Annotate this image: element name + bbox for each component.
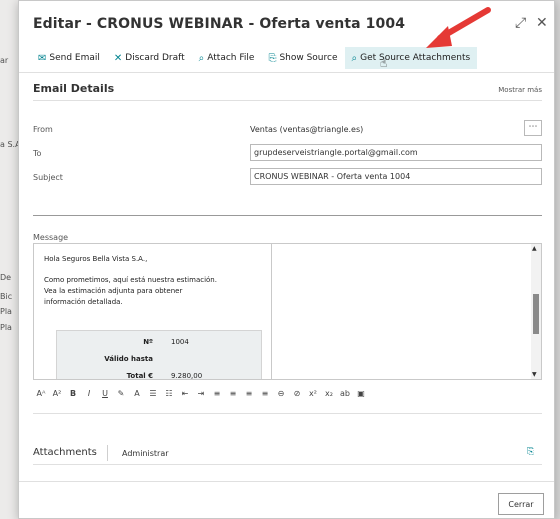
align-right-icon[interactable]: ≡	[241, 389, 257, 398]
expand-icon[interactable]: ⤢	[515, 15, 526, 31]
close-icon[interactable]: ✕	[536, 15, 548, 31]
estimate-table: Nº 1004 Válido hasta Total € 9.280,00	[56, 330, 262, 380]
discard-icon: ✕	[113, 52, 123, 64]
to-field[interactable]: grupdeserveistriangle.portal@gmail.com	[250, 144, 542, 161]
attachment-action-icon[interactable]: ⎘	[527, 447, 534, 457]
attachments-separator	[107, 445, 108, 461]
strikethrough-icon[interactable]: x₂	[321, 389, 337, 398]
paperclip-icon: ⌕	[351, 52, 358, 64]
subscript-icon[interactable]: x²	[305, 389, 321, 398]
red-arrow-annotation	[426, 7, 491, 48]
send-email-label: Send Email	[49, 53, 100, 63]
get-source-attachments-button[interactable]: ⌕ Get Source Attachments	[344, 47, 478, 69]
show-source-label: Show Source	[279, 53, 338, 63]
superscript-icon[interactable]: ⊘	[289, 389, 305, 398]
message-label: Message	[33, 233, 69, 242]
scroll-up-icon[interactable]: ▲	[532, 245, 537, 252]
unlink-icon[interactable]: ⊖	[273, 389, 289, 398]
attach-file-label: Attach File	[207, 53, 255, 63]
link-icon[interactable]: ≡	[257, 389, 273, 398]
subject-label: Subject	[33, 173, 63, 182]
from-value: Ventas (ventas@triangle.es)	[250, 125, 364, 134]
message-greeting: Hola Seguros Bella Vista S.A.,	[44, 255, 148, 263]
show-more-link[interactable]: Mostrar más	[498, 86, 542, 94]
get-source-attachments-label: Get Source Attachments	[360, 53, 471, 63]
indent-increase-icon[interactable]: ⇥	[193, 389, 209, 398]
from-lookup-button[interactable]: ⋯	[524, 120, 542, 136]
message-line: información detallada.	[44, 298, 123, 306]
numbering-icon[interactable]: ☷	[161, 389, 177, 398]
send-email-icon: ✉	[38, 52, 47, 64]
superscript-size-icon[interactable]: A²	[49, 389, 65, 398]
table-value: 9.280,00	[171, 372, 203, 380]
table-key: Nº	[143, 338, 153, 346]
format-toolbar: Aᴬ A² B I U ✎ A ☰ ☷ ⇤ ⇥ ≡ ≡ ≡ ≡ ⊖ ⊘ x² x₂ ab ▣	[33, 384, 369, 402]
arrow-head	[426, 26, 452, 48]
paperclip-icon: ⌕	[198, 52, 205, 64]
table-key: Total €	[126, 372, 153, 380]
toolbar-divider	[19, 72, 554, 73]
scroll-down-icon[interactable]: ▼	[532, 371, 537, 378]
editor-scrollbar[interactable]: ▲ ▼	[531, 244, 541, 379]
from-label: From	[33, 125, 53, 134]
message-line: Como prometimos, aquí está nuestra estim…	[44, 276, 217, 284]
underline-icon[interactable]: U	[97, 389, 113, 398]
manage-attachments-link[interactable]: Administrar	[122, 449, 169, 458]
message-editor[interactable]: Hola Seguros Bella Vista S.A., Como prom…	[33, 243, 542, 380]
image-icon[interactable]: ab	[337, 389, 353, 398]
indent-decrease-icon[interactable]: ⇤	[177, 389, 193, 398]
bold-icon[interactable]: B	[65, 389, 81, 398]
email-dialog: Editar - CRONUS WEBINAR - Oferta venta 1…	[18, 0, 555, 519]
message-line: Vea la estimación adjunta para obtener	[44, 287, 183, 295]
discard-draft-label: Discard Draft	[125, 53, 185, 63]
font-size-icon[interactable]: Aᴬ	[33, 389, 49, 398]
attach-file-button[interactable]: ⌕ Attach File	[192, 47, 262, 69]
attachments-label: Attachments	[33, 447, 97, 458]
scrollbar-thumb[interactable]	[533, 294, 539, 334]
email-details-title: Email Details	[33, 82, 115, 95]
footer-divider	[19, 481, 554, 482]
message-divider	[33, 215, 542, 216]
show-source-button[interactable]: ⎘ Show Source	[261, 47, 344, 69]
close-button[interactable]: Cerrar	[498, 493, 544, 515]
mouse-cursor-icon: ☝	[380, 56, 388, 70]
align-center-icon[interactable]: ≡	[225, 389, 241, 398]
section-divider	[33, 100, 542, 101]
highlight-icon[interactable]: ✎	[113, 389, 129, 398]
dialog-title: Editar - CRONUS WEBINAR - Oferta venta 1…	[33, 16, 406, 32]
table-value: 1004	[171, 338, 189, 346]
align-left-icon[interactable]: ≡	[209, 389, 225, 398]
action-toolbar: ✉ Send Email ✕ Discard Draft ⌕ Attach Fi…	[19, 47, 554, 69]
table-key: Válido hasta	[104, 355, 153, 363]
subject-field[interactable]: CRONUS WEBINAR - Oferta venta 1004	[250, 168, 542, 185]
bullets-icon[interactable]: ☰	[145, 389, 161, 398]
more-icon[interactable]: ▣	[353, 389, 369, 398]
discard-draft-button[interactable]: ✕ Discard Draft	[107, 47, 192, 69]
format-divider	[33, 413, 542, 414]
italic-icon[interactable]: I	[81, 389, 97, 398]
show-source-icon: ⎘	[268, 52, 277, 64]
attachments-divider	[33, 464, 542, 465]
font-color-icon[interactable]: A	[129, 389, 145, 398]
to-label: To	[33, 149, 42, 158]
send-email-button[interactable]: ✉ Send Email	[31, 47, 107, 69]
